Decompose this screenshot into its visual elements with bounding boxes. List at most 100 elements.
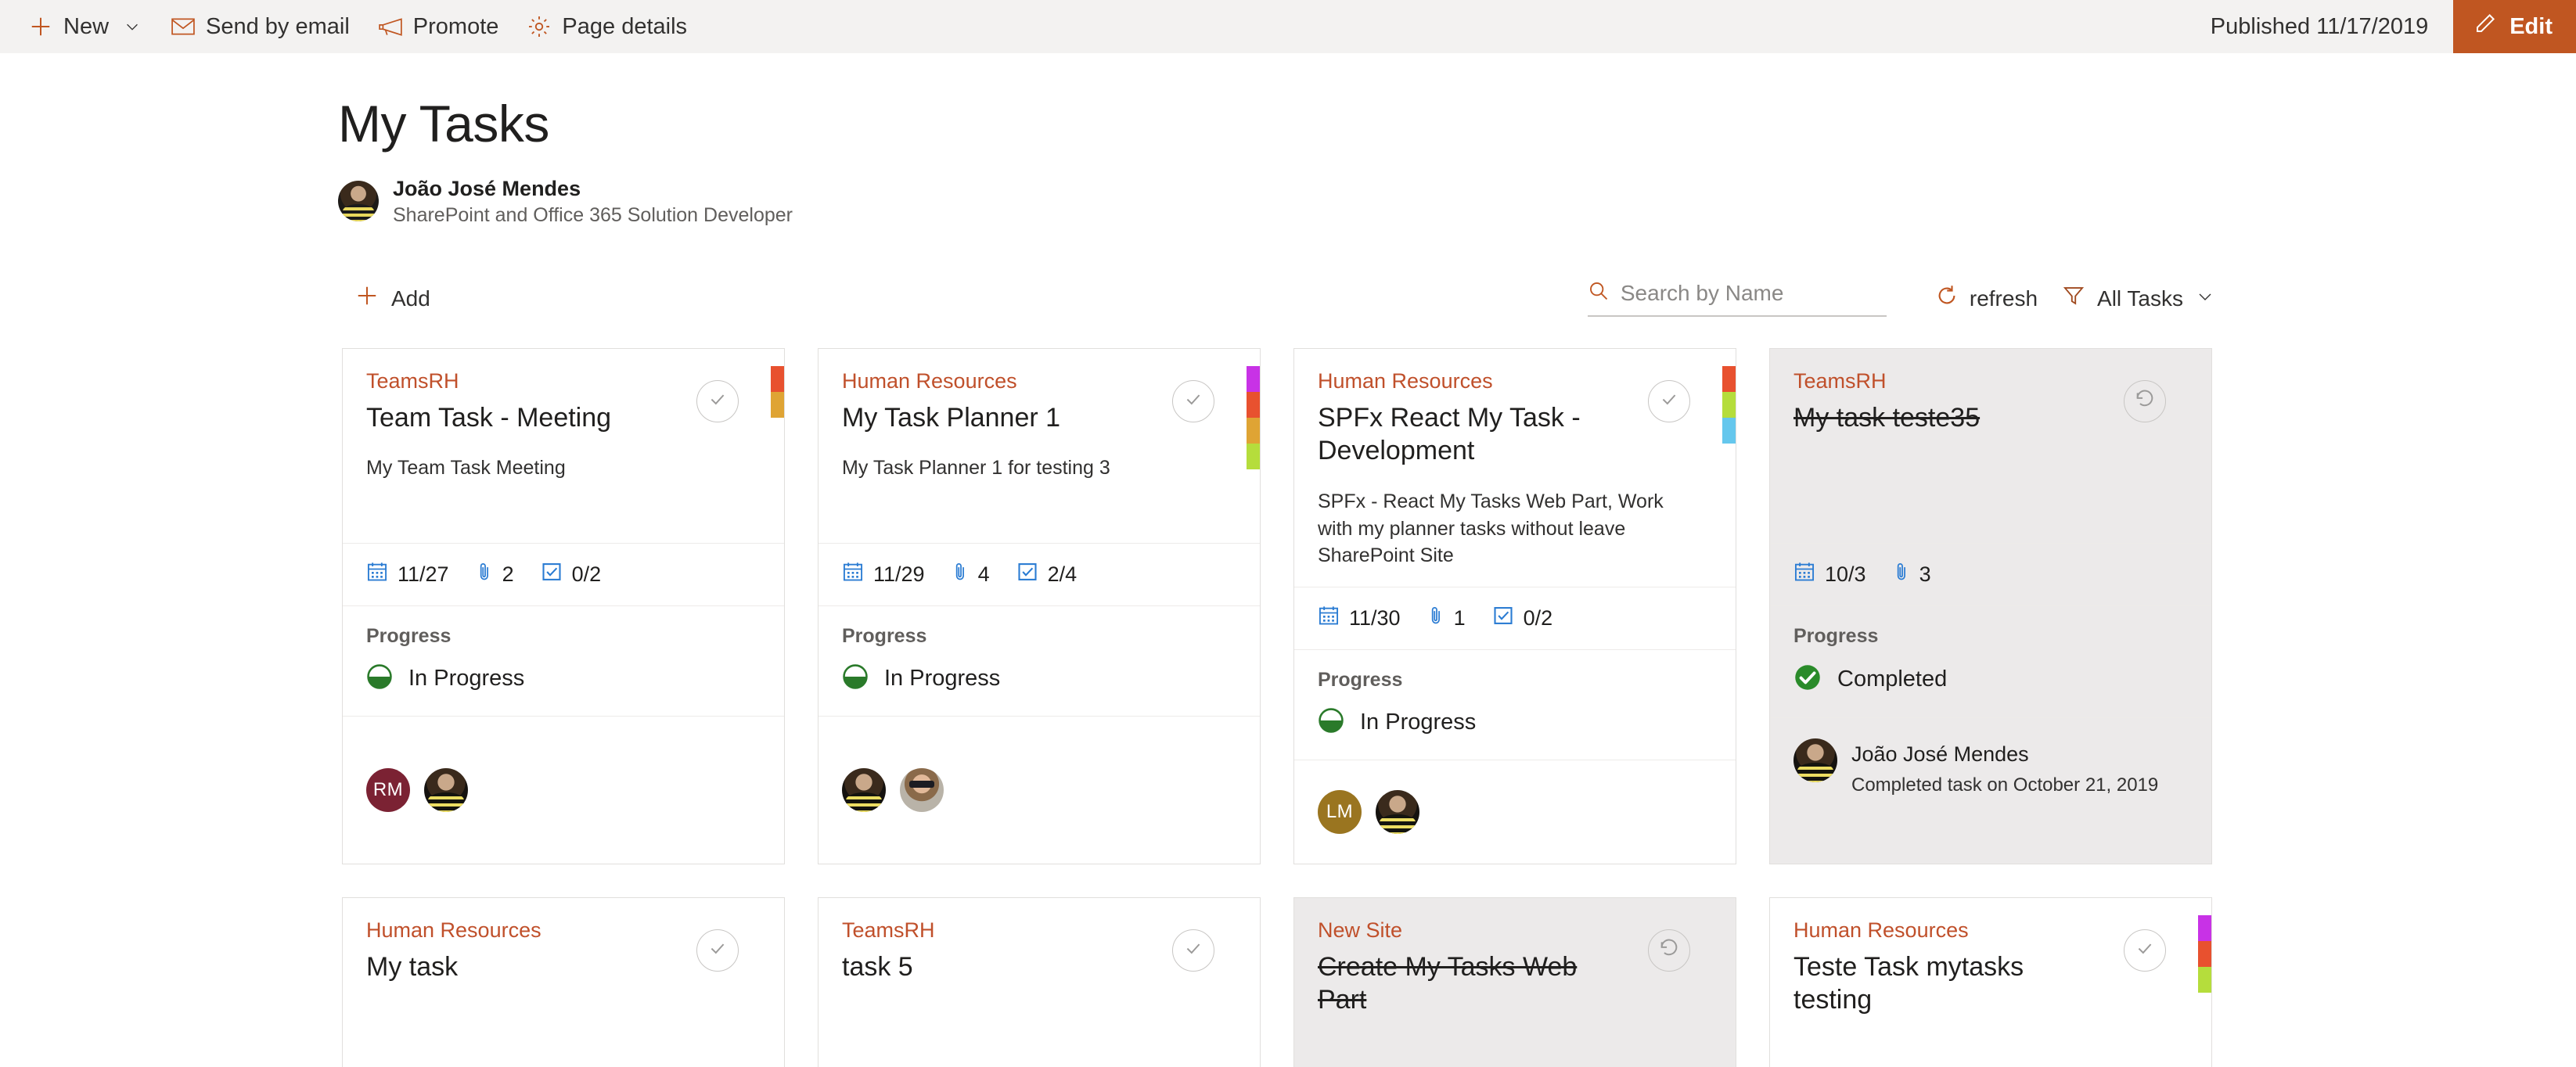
reopen-task-button[interactable]: [2124, 379, 2166, 422]
command-new-label: New: [63, 13, 110, 39]
progress-heading: Progress: [1318, 668, 1403, 691]
check-icon: [1659, 389, 1679, 413]
label-color-bar: [1247, 443, 1260, 469]
complete-task-button[interactable]: [2124, 929, 2166, 972]
task-meta-row: 11/30 1 0/2: [1294, 586, 1736, 650]
command-new[interactable]: New: [14, 0, 157, 53]
task-meta-row: 11/29 4 2/4: [818, 542, 1260, 606]
paperclip-icon: [1427, 605, 1445, 632]
edit-button[interactable]: Edit: [2453, 0, 2576, 53]
task-card[interactable]: TeamsRH task 5: [818, 896, 1261, 1067]
avatar[interactable]: [842, 767, 886, 812]
refresh-label: refresh: [1969, 286, 2038, 311]
task-title: SPFx React My Task - Development: [1318, 402, 1581, 466]
refresh-button[interactable]: refresh: [1923, 284, 2050, 313]
task-title: Create My Tasks Web Part: [1318, 951, 1578, 1015]
in-progress-icon: [842, 663, 869, 694]
task-card-header: TeamsRH My task teste35: [1770, 349, 2211, 543]
check-icon: [1183, 389, 1203, 413]
completed-by-date: Completed task on October 21, 2019: [1851, 774, 2159, 796]
task-completed-by: João José Mendes Completed task on Octobe…: [1770, 718, 2211, 864]
complete-task-button[interactable]: [1648, 379, 1690, 422]
task-due-date: 11/30: [1318, 605, 1401, 632]
task-checklist-count: 0/2: [1523, 605, 1553, 630]
search-box[interactable]: [1587, 280, 1887, 318]
complete-task-button[interactable]: [1172, 929, 1214, 972]
task-progress-section: Progress In Progress: [1294, 650, 1736, 760]
task-card[interactable]: Human Resources SPFx React My Task - Deve…: [1293, 347, 1736, 864]
avatar[interactable]: [1376, 789, 1419, 834]
task-title: Teste Task mytasks testing: [1793, 951, 2024, 1015]
task-assignees: [818, 717, 1260, 864]
task-description: SPFx - React My Tasks Web Part, Work wit…: [1318, 490, 1664, 567]
task-card[interactable]: Human Resources My task: [342, 896, 785, 1067]
command-page-details[interactable]: Page details: [513, 0, 701, 53]
checkbox-icon: [1492, 605, 1514, 632]
completed-by-name: João José Mendes: [1851, 742, 2029, 766]
avatar: [338, 181, 379, 222]
progress-row: In Progress: [1318, 707, 1712, 738]
check-icon: [1183, 938, 1203, 962]
command-bar-right: Published 11/17/2019 Edit: [2211, 0, 2576, 53]
pencil-icon: [2473, 12, 2497, 41]
task-card[interactable]: Human Resources Teste Task mytasks testin…: [1769, 896, 2212, 1067]
avatar[interactable]: [900, 767, 944, 812]
add-task-label: Add: [391, 286, 430, 311]
refresh-icon: [1935, 284, 1959, 313]
task-card[interactable]: New Site Create My Tasks Web Part: [1293, 896, 1736, 1067]
task-card-header: TeamsRH Team Task - Meeting My Team Task M…: [343, 349, 784, 543]
avatar[interactable]: RM: [366, 767, 410, 812]
task-due-date-value: 11/27: [398, 562, 449, 586]
progress-row: In Progress: [842, 663, 1236, 694]
avatar[interactable]: [424, 767, 468, 812]
funnel-icon: [2063, 285, 2085, 312]
progress-status-label: In Progress: [1360, 709, 1477, 735]
task-due-date: 10/3: [1793, 561, 1866, 588]
published-status: Published 11/17/2019: [2210, 13, 2429, 39]
task-card[interactable]: Human Resources My Task Planner 1 My Task …: [818, 347, 1261, 864]
tasks-toolbar: Add refresh All Tasks: [0, 276, 2576, 322]
task-due-date-value: 11/29: [873, 562, 925, 586]
command-send-by-email-label: Send by email: [206, 13, 350, 39]
task-due-date: 11/27: [366, 561, 449, 588]
label-color-bars: [771, 365, 784, 418]
chevron-down-icon[interactable]: [122, 16, 142, 37]
command-send-by-email[interactable]: Send by email: [157, 0, 364, 53]
checkbox-icon: [541, 561, 563, 588]
completed-icon: [1793, 663, 1822, 695]
task-checklist-count: 0/2: [571, 562, 602, 586]
calendar-icon: [842, 561, 864, 588]
author-role: SharePoint and Office 365 Solution Devel…: [393, 203, 793, 226]
label-color-bar: [2198, 966, 2211, 993]
command-promote[interactable]: Promote: [364, 0, 513, 53]
avatar[interactable]: LM: [1318, 789, 1362, 834]
progress-status-label: Completed: [1837, 666, 1948, 692]
add-task-button[interactable]: Add: [338, 284, 430, 313]
label-color-bar: [771, 365, 784, 392]
undo-icon: [2134, 388, 2156, 414]
progress-row: In Progress: [366, 663, 761, 694]
complete-task-button[interactable]: [696, 929, 739, 972]
task-assignees: LM: [1294, 760, 1736, 864]
task-attachments: 3: [1893, 561, 1931, 588]
chevron-down-icon[interactable]: [2196, 286, 2214, 311]
complete-task-button[interactable]: [1172, 379, 1214, 422]
search-input[interactable]: [1620, 280, 1887, 306]
task-attachments: 4: [952, 561, 990, 588]
task-card[interactable]: TeamsRH My task teste35 10/3 3 Progress Compl…: [1769, 347, 2212, 864]
progress-heading: Progress: [366, 624, 452, 647]
reopen-task-button[interactable]: [1648, 929, 1690, 972]
task-card[interactable]: TeamsRH Team Task - Meeting My Team Task M…: [342, 347, 785, 864]
author-byline: João José Mendes SharePoint and Office 3…: [338, 175, 2576, 228]
task-card-header: New Site Create My Tasks Web Part: [1294, 898, 1736, 1067]
label-color-bar: [1247, 365, 1260, 392]
edit-button-label: Edit: [2509, 13, 2553, 39]
progress-heading: Progress: [1793, 624, 1879, 647]
progress-status-label: In Progress: [884, 665, 1001, 691]
plus-icon: [28, 14, 53, 39]
command-promote-label: Promote: [412, 13, 499, 39]
label-color-bar: [1247, 417, 1260, 444]
complete-task-button[interactable]: [696, 379, 739, 422]
check-icon: [707, 389, 728, 413]
filter-dropdown[interactable]: All Tasks: [2050, 285, 2214, 312]
